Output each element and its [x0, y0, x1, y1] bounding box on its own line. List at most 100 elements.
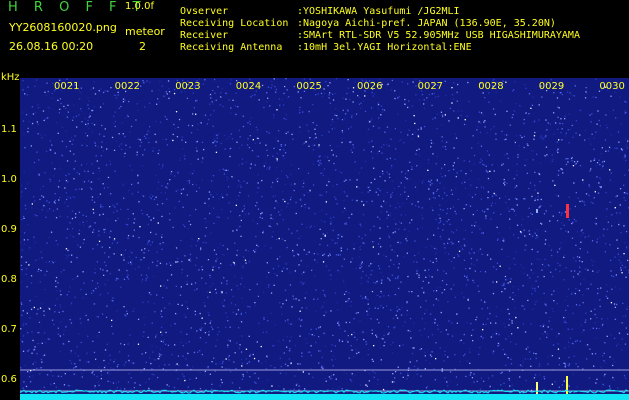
noise-speck [225, 169, 228, 171]
noise-speck [453, 162, 455, 164]
noise-speck [341, 130, 343, 132]
noise-speck [248, 213, 250, 215]
noise-speck [392, 373, 394, 375]
noise-speck [273, 116, 275, 119]
noise-speck [612, 376, 614, 379]
noise-speck [411, 203, 413, 205]
noise-speck [372, 360, 374, 362]
noise-speck [397, 267, 400, 269]
noise-speck [157, 222, 159, 224]
noise-speck [493, 78, 495, 80]
noise-speck [204, 370, 206, 373]
noise-speck [572, 221, 574, 223]
noise-speck [521, 365, 523, 367]
noise-speck [503, 323, 505, 325]
noise-speck [168, 91, 171, 93]
noise-speck [347, 79, 349, 81]
noise-speck [582, 302, 584, 304]
noise-speck [266, 276, 268, 278]
noise-speck [575, 120, 577, 122]
noise-speck [146, 243, 149, 245]
noise-speck [127, 208, 129, 210]
noise-speck [22, 89, 24, 91]
noise-speck [532, 159, 534, 161]
noise-speck [83, 282, 85, 284]
noise-speck [183, 314, 185, 316]
noise-speck [208, 198, 210, 200]
noise-speck [100, 141, 103, 143]
noise-speck [393, 251, 396, 253]
noise-speck [57, 243, 59, 246]
noise-speck [319, 326, 321, 328]
noise-speck [309, 189, 311, 191]
noise-speck [441, 368, 443, 370]
noise-speck [336, 115, 338, 117]
noise-speck [252, 353, 254, 356]
noise-speck [60, 321, 62, 323]
noise-speck [383, 334, 385, 337]
noise-speck [554, 381, 556, 383]
noise-speck [579, 266, 581, 268]
noise-speck [609, 259, 612, 262]
noise-speck [400, 314, 403, 316]
noise-speck [558, 364, 560, 366]
noise-speck [27, 371, 29, 373]
noise-speck [236, 342, 238, 344]
noise-speck [21, 191, 23, 193]
noise-speck [437, 95, 440, 97]
noise-speck [343, 199, 345, 201]
noise-speck [594, 353, 597, 355]
noise-speck [584, 129, 586, 132]
noise-speck [92, 208, 94, 211]
noise-speck [470, 334, 473, 337]
noise-speck [257, 187, 259, 189]
noise-speck [271, 80, 273, 83]
noise-speck [51, 144, 53, 146]
noise-speck [211, 180, 213, 182]
noise-speck [178, 200, 180, 203]
noise-speck [136, 103, 138, 105]
noise-speck [43, 314, 45, 316]
noise-speck [323, 253, 325, 255]
noise-speck [464, 229, 467, 231]
noise-speck [24, 147, 26, 149]
noise-speck [37, 104, 39, 106]
noise-speck [571, 222, 573, 225]
noise-speck [329, 253, 331, 255]
noise-speck [335, 169, 337, 171]
noise-speck [155, 120, 157, 123]
noise-speck [368, 265, 370, 267]
noise-speck [456, 313, 458, 315]
noise-speck [181, 304, 183, 306]
noise-speck [241, 297, 243, 299]
noise-speck [407, 329, 409, 332]
noise-speck [358, 172, 360, 174]
noise-speck [542, 333, 544, 335]
noise-speck [354, 374, 356, 376]
noise-speck [391, 352, 393, 354]
noise-speck [447, 242, 449, 244]
noise-speck [149, 196, 151, 198]
noise-speck [197, 351, 199, 353]
noise-speck [300, 325, 302, 327]
noise-speck [141, 371, 143, 373]
noise-speck [87, 319, 89, 321]
noise-speck [164, 364, 166, 366]
noise-speck [68, 254, 70, 256]
noise-speck [590, 310, 592, 312]
noise-speck [626, 308, 628, 310]
noise-speck [504, 154, 506, 156]
noise-speck [325, 81, 327, 83]
noise-speck [534, 199, 536, 202]
noise-speck [90, 88, 92, 91]
noise-speck [484, 126, 486, 128]
noise-speck [336, 389, 338, 391]
noise-speck [307, 130, 310, 132]
noise-speck [614, 318, 617, 320]
noise-speck [452, 206, 455, 208]
noise-speck [252, 139, 254, 141]
noise-speck [274, 85, 276, 88]
noise-speck [623, 197, 625, 199]
noise-speck [449, 107, 451, 109]
noise-speck [264, 245, 266, 247]
